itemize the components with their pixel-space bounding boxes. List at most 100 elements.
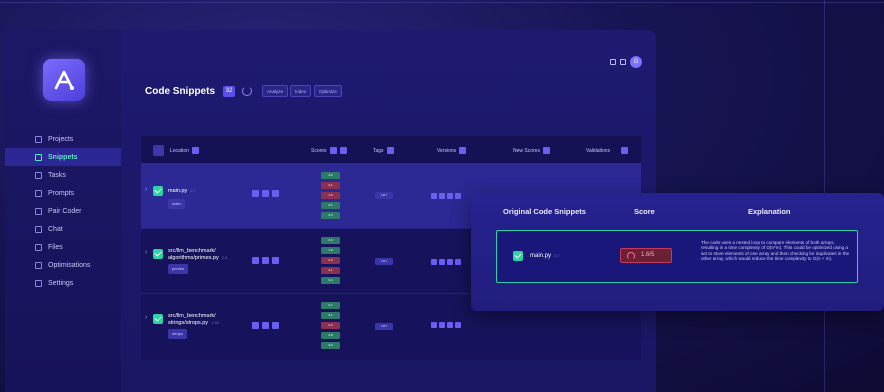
file-path[interactable]: src/llm_benchmark/ algorithms/primes.py 2… <box>168 248 238 261</box>
filter-icon[interactable] <box>386 147 394 154</box>
sidebar-item-chat[interactable]: Chat <box>5 220 121 238</box>
select-all-checkbox[interactable] <box>153 145 164 156</box>
copy-icon[interactable] <box>272 190 279 197</box>
popup-result-row: main.py 3.7 1.6/5 The code uses a nested … <box>496 230 858 283</box>
row-checkbox[interactable] <box>153 249 163 259</box>
sidebar-item-tasks[interactable]: Tasks <box>5 166 121 184</box>
view-icon[interactable] <box>252 257 259 264</box>
version-icon[interactable] <box>455 193 461 199</box>
analyze-chip[interactable]: Analyze <box>262 85 289 97</box>
avatar[interactable]: G <box>630 56 642 68</box>
sidebar-item-projects[interactable]: Projects <box>5 130 121 148</box>
popup-header-score: Score <box>634 207 655 216</box>
row-checkbox[interactable] <box>153 314 163 324</box>
file-path[interactable]: main.py 3.7 <box>530 253 560 259</box>
sidebar-item-settings[interactable]: Settings <box>5 274 121 292</box>
expand-icon[interactable]: › <box>145 314 147 321</box>
pair-icon <box>35 207 42 215</box>
file-path[interactable]: main.py 3.7 <box>168 188 196 195</box>
score-list: 3.6 2.1 1.6 3.1 3.4 <box>321 172 340 219</box>
sidebar-item-optimisations[interactable]: Optimisations <box>5 256 121 274</box>
version-icons <box>431 322 461 328</box>
sidebar-item-prompts[interactable]: Prompts <box>5 184 121 202</box>
column-header-new-scores[interactable]: New Scores <box>513 147 550 154</box>
score-badge: 3.6 <box>321 172 340 179</box>
file-path[interactable]: src/llm_benchmark/ strings/strops.py 1.50 <box>168 313 238 326</box>
version-icon[interactable] <box>455 322 461 328</box>
version-icon[interactable] <box>455 259 461 265</box>
column-header-location[interactable]: Location <box>170 147 199 154</box>
sidebar-nav: Projects Snippets Tasks Prompts Pair Cod… <box>5 130 121 292</box>
notification-icon[interactable] <box>620 59 626 65</box>
version-icon[interactable] <box>439 259 445 265</box>
filter-icon[interactable] <box>329 147 337 154</box>
score-badge: 1.6 <box>321 192 340 199</box>
version-icon[interactable] <box>439 322 445 328</box>
row-actions <box>252 322 279 329</box>
version-icon[interactable] <box>447 322 453 328</box>
expand-icon[interactable]: › <box>145 186 147 193</box>
score-badge: 2.7 <box>321 302 340 309</box>
view-icon[interactable] <box>252 322 259 329</box>
score-badge: 2.4 <box>321 322 340 329</box>
logo-icon <box>54 70 74 90</box>
version-icon[interactable] <box>447 259 453 265</box>
version-icon[interactable] <box>431 193 437 199</box>
view-icon[interactable] <box>252 190 259 197</box>
app-logo[interactable] <box>43 59 85 101</box>
filter-icon[interactable] <box>542 147 550 154</box>
background-line <box>0 2 884 3</box>
share-icon[interactable] <box>610 59 616 65</box>
sidebar-item-pair-coder[interactable]: Pair Coder <box>5 202 121 220</box>
refresh-icon[interactable] <box>242 86 252 96</box>
column-header-versions[interactable]: Versions <box>437 147 467 154</box>
version-icons <box>431 193 461 199</box>
file-tag[interactable]: strops <box>168 329 187 339</box>
score-badge: 3.3 <box>321 342 340 349</box>
copy-icon[interactable] <box>272 322 279 329</box>
file-icon <box>35 243 42 251</box>
edit-icon[interactable] <box>262 322 269 329</box>
code-icon <box>35 153 42 161</box>
sidebar-item-label: Settings <box>48 279 74 287</box>
count-badge: 32 <box>223 86 235 97</box>
tag-badge: FMT <box>375 323 393 330</box>
expand-icon[interactable]: › <box>145 249 147 256</box>
sort-icon[interactable] <box>339 147 347 154</box>
sidebar-item-label: Optimisations <box>48 261 91 269</box>
gear-icon <box>35 279 42 287</box>
sidebar-item-label: Snippets <box>48 153 78 161</box>
version-icon[interactable] <box>431 259 437 265</box>
filter-icon[interactable] <box>191 147 199 154</box>
page-title: Code Snippets <box>145 86 216 97</box>
file-tag[interactable]: primes <box>168 264 189 274</box>
filter-icon[interactable] <box>459 147 467 154</box>
table-header: Location Scores Tags Versions New Scores… <box>141 136 641 164</box>
optimize-chip[interactable]: Optimize <box>314 85 342 97</box>
explanation-popup: Original Code Snippets Score Explanation… <box>471 193 884 311</box>
file-tag[interactable]: main <box>168 199 185 209</box>
column-header-scores[interactable]: Scores <box>311 147 347 154</box>
score-badge: 2.0 <box>321 257 340 264</box>
sidebar-item-label: Pair Coder <box>48 207 82 215</box>
chat-icon <box>35 225 42 233</box>
version-icon[interactable] <box>431 322 437 328</box>
sidebar-item-snippets[interactable]: Snippets <box>5 148 121 166</box>
popup-header-snippets: Original Code Snippets <box>503 207 586 216</box>
score-badge: 4.8 <box>321 332 340 339</box>
index-chip[interactable]: Index <box>290 85 312 97</box>
version-icon[interactable] <box>439 193 445 199</box>
copy-icon[interactable] <box>272 257 279 264</box>
column-header-tags[interactable]: Tags <box>373 147 394 154</box>
score-badge: 3.1 <box>321 202 340 209</box>
folder-icon <box>35 135 42 143</box>
edit-icon[interactable] <box>262 190 269 197</box>
row-checkbox[interactable] <box>153 186 163 196</box>
column-header-validations[interactable]: Validations <box>586 147 629 154</box>
filter-icon[interactable] <box>621 147 629 154</box>
sidebar-item-files[interactable]: Files <box>5 238 121 256</box>
edit-icon[interactable] <box>262 257 269 264</box>
sidebar-item-label: Prompts <box>48 189 75 197</box>
version-icon[interactable] <box>447 193 453 199</box>
row-checkbox[interactable] <box>513 251 523 261</box>
